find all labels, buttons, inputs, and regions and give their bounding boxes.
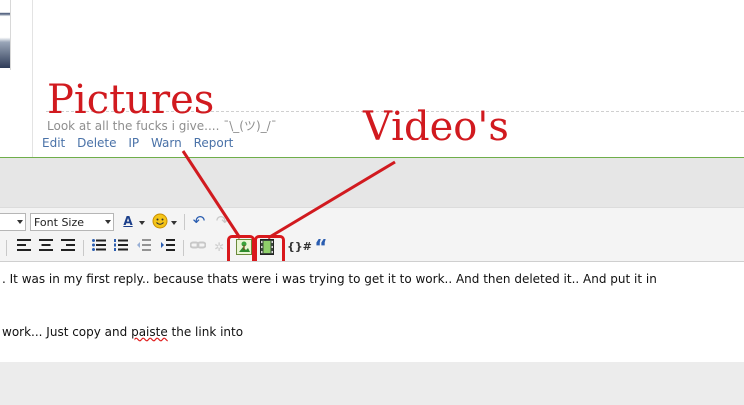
quote-icon[interactable]: “: [313, 237, 329, 257]
chevron-down-icon[interactable]: [170, 213, 178, 229]
videos-annotation: Video's: [363, 104, 509, 150]
font-size-label: Font Size: [34, 216, 85, 229]
misspelled-word: paiste: [131, 325, 168, 339]
editor-toolbar: Font Size A ↶ ↷ ✲ {}# “: [0, 207, 744, 268]
undo-icon[interactable]: ↶: [191, 213, 207, 229]
text-color-icon[interactable]: A: [120, 213, 136, 229]
chevron-down-icon: [105, 220, 111, 224]
redo-icon[interactable]: ↷: [214, 213, 230, 229]
outdent-icon[interactable]: [136, 239, 152, 255]
align-right-icon[interactable]: [60, 239, 76, 255]
numbered-list-icon[interactable]: [113, 239, 129, 255]
post-divider: [32, 0, 33, 158]
avatar[interactable]: [0, 0, 10, 68]
toolbar-divider: [83, 240, 84, 256]
report-link[interactable]: Report: [194, 136, 234, 150]
align-left-icon[interactable]: [16, 239, 32, 255]
post-actions: Edit Delete IP Warn Report: [42, 136, 241, 150]
toolbar-divider: [6, 240, 7, 256]
edit-link[interactable]: Edit: [42, 136, 65, 150]
toolbar-divider: [184, 214, 185, 230]
editor-line-2-end: the link into: [167, 325, 244, 339]
unlink-icon[interactable]: ✲: [211, 239, 227, 255]
bullet-list-icon[interactable]: [91, 239, 107, 255]
editor-line-1: . It was in my first reply.. because tha…: [2, 272, 657, 286]
editor-line-2-start: work... Just copy and: [2, 325, 132, 339]
warn-link[interactable]: Warn: [151, 136, 182, 150]
font-family-select[interactable]: [0, 213, 26, 231]
reply-textarea[interactable]: . It was in my first reply.. because tha…: [0, 261, 744, 363]
smiley-icon[interactable]: [152, 213, 168, 229]
editor-line-2: work... Just copy and paiste the link in…: [2, 325, 243, 339]
delete-link[interactable]: Delete: [77, 136, 116, 150]
indent-icon[interactable]: [160, 239, 176, 255]
align-center-icon[interactable]: [38, 239, 54, 255]
chevron-down-icon[interactable]: [138, 213, 146, 229]
reply-header-band: [0, 158, 744, 207]
font-size-select[interactable]: Font Size: [30, 213, 114, 231]
chevron-down-icon: [17, 220, 23, 224]
ip-link[interactable]: IP: [128, 136, 139, 150]
pictures-annotation: Pictures: [47, 77, 215, 123]
avatar-column: [0, 0, 11, 70]
toolbar-divider: [183, 240, 184, 256]
code-icon[interactable]: {}#: [287, 239, 312, 255]
editor-footer-band: [0, 362, 744, 405]
link-icon[interactable]: [189, 239, 207, 255]
